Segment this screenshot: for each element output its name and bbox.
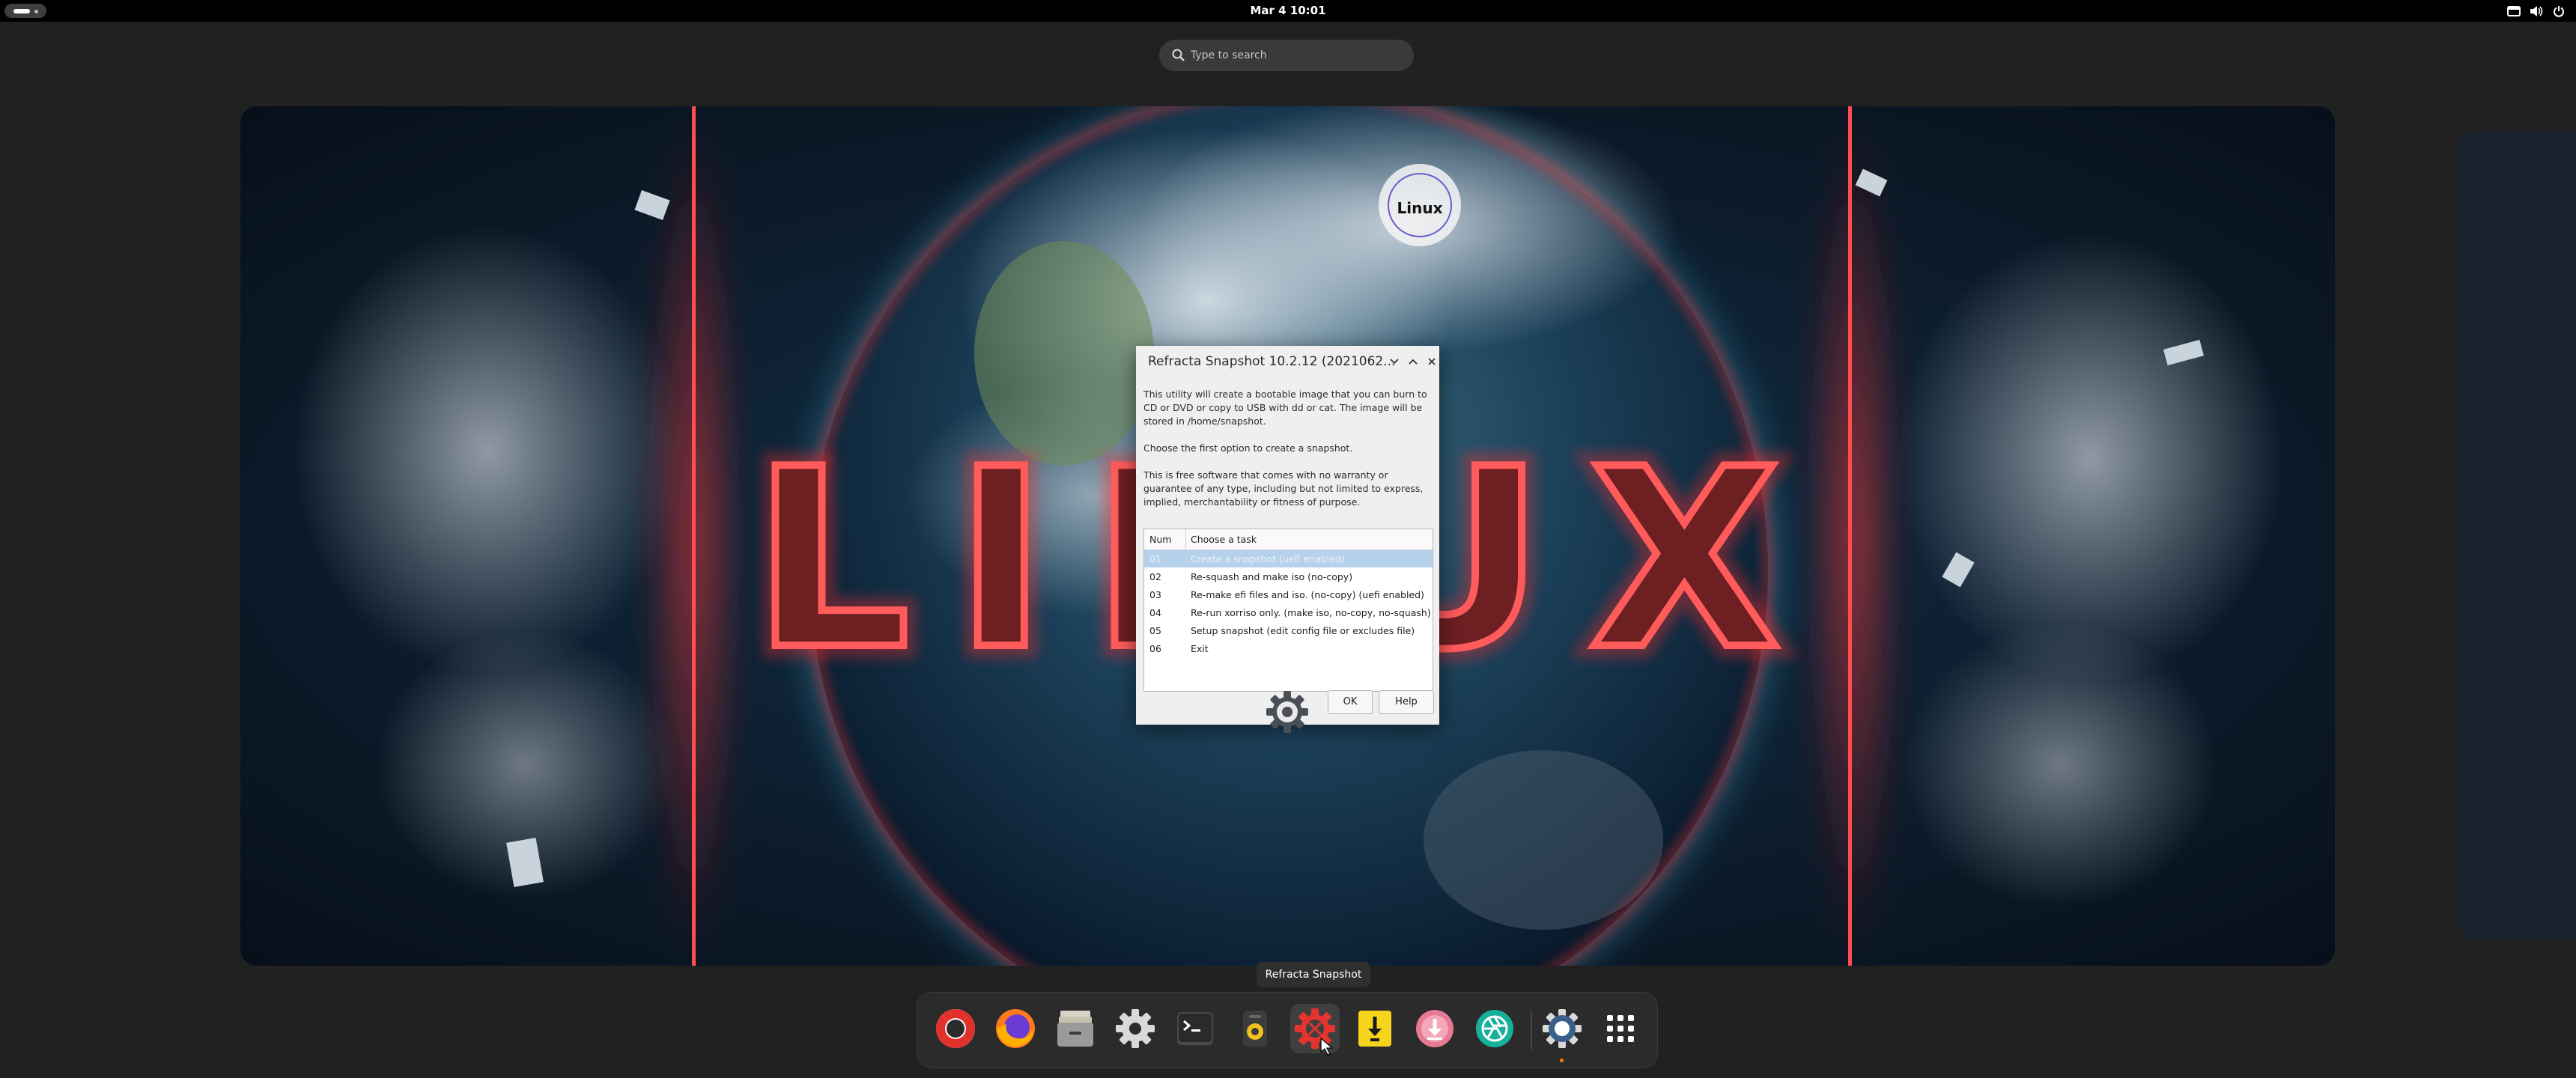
- task-row[interactable]: 03 Re-make efi files and iso. (no-copy) …: [1144, 586, 1433, 603]
- task-row[interactable]: 04 Re-run xorriso only. (make iso, no-co…: [1144, 604, 1433, 621]
- close-button[interactable]: [1425, 355, 1439, 368]
- svg-text:Linux: Linux: [1397, 199, 1443, 217]
- dock: [917, 992, 1658, 1068]
- busy-gear-icon: [1266, 691, 1308, 733]
- help-button[interactable]: Help: [1379, 690, 1434, 714]
- dock-app-settings[interactable]: [1111, 1004, 1160, 1053]
- dock-app-installer[interactable]: [1350, 1004, 1400, 1053]
- refracta-snapshot-dialog: Refracta Snapshot 10.2.12 (2021062... Th…: [1136, 346, 1439, 725]
- settings-running-icon: [1543, 1009, 1582, 1048]
- dialog-titlebar[interactable]: Refracta Snapshot 10.2.12 (2021062...: [1136, 346, 1439, 377]
- installer-icon: [1358, 1011, 1391, 1047]
- search-bar[interactable]: Type to search: [1159, 40, 1414, 71]
- ok-button[interactable]: OK: [1328, 690, 1373, 714]
- workspace-indicator-dot: [34, 10, 38, 13]
- running-indicator: [1560, 1059, 1564, 1062]
- chevron-up-icon: [1409, 359, 1418, 365]
- top-bar: Mar 4 10:01: [0, 0, 2576, 22]
- dock-separator: [1531, 1011, 1532, 1050]
- column-header-num[interactable]: Num: [1144, 529, 1186, 549]
- chevron-down-icon: [1390, 359, 1399, 365]
- terminal-icon: [1177, 1012, 1213, 1045]
- media-player-icon: [1243, 1011, 1267, 1047]
- dialog-title: Refracta Snapshot 10.2.12 (2021062...: [1148, 354, 1396, 369]
- dialog-description: This utility will create a bootable imag…: [1143, 389, 1427, 427]
- workspace-indicator-active: [13, 9, 30, 13]
- clock-container: Mar 4 10:01: [0, 0, 2576, 22]
- settings-icon: [1116, 1009, 1155, 1048]
- task-list-header: Num Choose a task: [1144, 529, 1433, 550]
- next-workspace-thumbnail[interactable]: [2459, 132, 2576, 939]
- power-icon[interactable]: [2551, 3, 2567, 19]
- files-icon: [1057, 1011, 1093, 1047]
- app-grid-icon: [1607, 1015, 1634, 1042]
- linux-badge: Linux: [1379, 164, 1461, 246]
- dock-app-terminal[interactable]: [1170, 1004, 1220, 1053]
- dock-app-camera[interactable]: [1470, 1004, 1519, 1053]
- activities-button[interactable]: [4, 4, 46, 18]
- dialog-instruction: Choose the first option to create a snap…: [1143, 442, 1353, 454]
- show-apps-button[interactable]: [1596, 1004, 1645, 1053]
- dialog-license-text: This is free software that comes with no…: [1143, 469, 1424, 508]
- camera-shutter-icon: [1476, 1010, 1513, 1047]
- task-row[interactable]: 01 Create a snapshot (uefi enabled): [1144, 550, 1433, 567]
- system-tray[interactable]: [2506, 3, 2567, 19]
- search-icon: [1172, 49, 1185, 61]
- download-icon: [1416, 1010, 1453, 1047]
- dock-app-firefox[interactable]: [991, 1004, 1040, 1053]
- column-header-task[interactable]: Choose a task: [1186, 529, 1257, 549]
- firefox-icon: [996, 1009, 1035, 1048]
- task-row[interactable]: 05 Setup snapshot (edit config file or e…: [1144, 622, 1433, 639]
- mouse-cursor-icon: [1320, 1038, 1334, 1056]
- maximize-button[interactable]: [1406, 355, 1420, 368]
- task-row[interactable]: 02 Re-squash and make iso (no-copy): [1144, 568, 1433, 585]
- dock-app-download[interactable]: [1410, 1004, 1459, 1053]
- minimize-button[interactable]: [1388, 355, 1401, 368]
- clock[interactable]: Mar 4 10:01: [1250, 4, 1325, 17]
- help-icon: [936, 1009, 975, 1048]
- dock-app-files[interactable]: [1051, 1004, 1100, 1053]
- task-list[interactable]: Num Choose a task 01 Create a snapshot (…: [1143, 529, 1433, 692]
- dock-app-help[interactable]: [931, 1004, 980, 1053]
- dock-app-running-settings[interactable]: [1537, 1004, 1587, 1053]
- dock-tooltip: Refracta Snapshot: [1257, 962, 1370, 987]
- volume-icon[interactable]: [2528, 3, 2545, 19]
- search-placeholder: Type to search: [1191, 49, 1267, 61]
- dock-app-media-player[interactable]: [1230, 1004, 1280, 1053]
- task-row[interactable]: 06 Exit: [1144, 640, 1433, 657]
- close-icon: [1428, 358, 1436, 365]
- window-icon[interactable]: [2506, 3, 2522, 19]
